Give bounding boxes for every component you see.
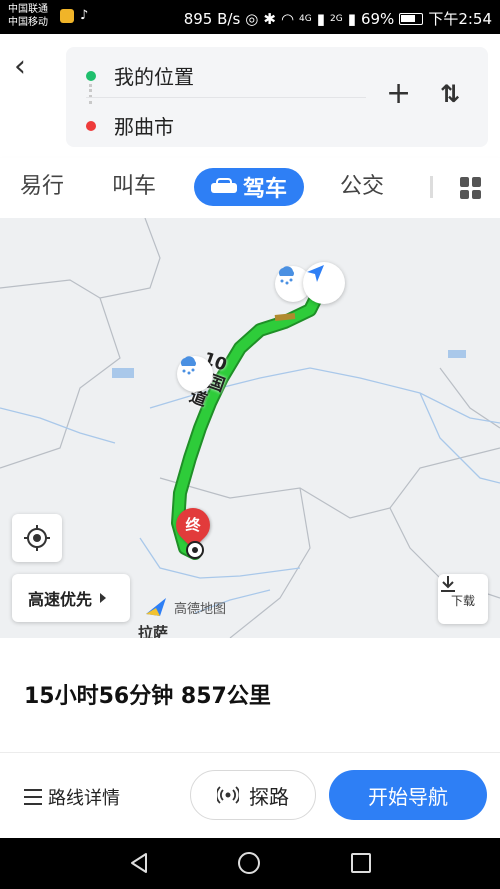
explore-button[interactable]: 探路 <box>190 770 316 820</box>
end-point-icon <box>186 541 204 559</box>
car-icon <box>210 178 237 196</box>
amap-logo-icon <box>144 596 168 618</box>
notification-app-icon <box>60 9 74 23</box>
nav-recent-icon[interactable] <box>351 853 371 873</box>
locate-button[interactable] <box>12 514 62 562</box>
route-divider <box>86 97 366 98</box>
explore-label: 探路 <box>249 784 289 809</box>
signal-2g: 2G <box>330 13 343 24</box>
expand-triangle-icon <box>100 593 107 603</box>
download-icon <box>441 576 455 592</box>
route-connector <box>89 84 93 104</box>
end-marker-label: 终 <box>185 516 201 534</box>
tiktok-icon: ♪ <box>80 8 89 23</box>
location-icon: ◎ <box>245 9 259 28</box>
add-waypoint-icon[interactable]: + <box>386 79 411 109</box>
swap-route-icon[interactable]: ⇅ <box>440 81 460 107</box>
network-speed: 895 B/s <box>183 9 241 28</box>
carrier-1: 中国联通 <box>8 4 48 15</box>
city-label: 拉萨 <box>138 624 169 638</box>
wifi-icon: ◠ <box>280 9 295 28</box>
nav-back-icon[interactable] <box>128 852 150 874</box>
transport-tabs: 易行 叫车 驾车 公交 <box>0 158 500 218</box>
signal-4g: 4G <box>299 13 312 24</box>
battery-icon <box>399 12 424 25</box>
route-preference-button[interactable]: 高速优先 <box>12 574 130 622</box>
origin-label: 我的位置 <box>114 65 194 89</box>
tab-driving[interactable]: 驾车 <box>194 168 304 206</box>
destination-label: 那曲市 <box>114 115 174 139</box>
start-navigation-button[interactable]: 开始导航 <box>329 770 487 820</box>
snow-weather-icon[interactable] <box>177 356 213 392</box>
origin-dot-icon <box>86 70 96 81</box>
system-nav-bar <box>0 838 500 889</box>
route-input-card: 我的位置 那曲市 + ⇅ <box>66 47 488 147</box>
status-right: 895 B/s ◎ ✱ ◠ 4G ▮ 2G ▮ 69% 下午2:54 <box>184 8 492 29</box>
route-preference-label: 高速优先 <box>28 590 93 609</box>
destination-dot-icon <box>86 120 96 131</box>
amap-logo-text: 高德地图 <box>174 602 227 617</box>
back-icon[interactable]: ‹ <box>14 52 26 82</box>
download-label: 下载 <box>450 593 475 608</box>
bluetooth-icon: ✱ <box>263 9 276 28</box>
route-details-button[interactable]: 路线详情 <box>24 784 120 810</box>
status-bar: 中国联通 中国移动 ♪ 895 B/s ◎ ✱ ◠ 4G ▮ 2G ▮ 69% … <box>0 0 500 34</box>
route-summary-panel: 15小时56分钟 857公里 路线详情 探路 开始导航 <box>0 638 500 838</box>
locate-icon <box>24 525 50 551</box>
broadcast-icon <box>217 786 239 804</box>
destination-row[interactable]: 那曲市 <box>86 111 174 140</box>
route-header: ‹ 我的位置 那曲市 + ⇅ <box>0 34 500 158</box>
map-view[interactable]: 109国道 终 高速优先 高德地图 拉萨 下载 <box>0 218 500 638</box>
signal-icon-2: ▮ <box>347 9 356 28</box>
panel-divider <box>0 752 500 753</box>
current-location-arrow-icon <box>303 262 345 304</box>
route-summary[interactable]: 15小时56分钟 857公里 <box>24 678 271 710</box>
battery-percent: 69% <box>360 9 395 28</box>
grid-menu-icon[interactable] <box>460 177 482 199</box>
download-button[interactable]: 下载 <box>438 574 488 624</box>
route-details-label: 路线详情 <box>48 788 120 809</box>
carrier-2: 中国移动 <box>8 17 48 28</box>
tab-bus[interactable]: 公交 <box>340 172 384 202</box>
tab-taxi[interactable]: 叫车 <box>112 172 156 202</box>
origin-row[interactable]: 我的位置 <box>86 61 194 90</box>
tab-overflow <box>430 176 433 198</box>
tab-driving-label: 驾车 <box>242 177 287 202</box>
tab-yixing[interactable]: 易行 <box>20 172 64 202</box>
clock: 下午2:54 <box>428 10 492 28</box>
carrier-info: 中国联通 中国移动 <box>8 3 48 29</box>
signal-icon-1: ▮ <box>316 9 325 28</box>
start-navigation-label: 开始导航 <box>368 784 448 809</box>
nav-home-icon[interactable] <box>238 852 260 874</box>
list-icon <box>24 789 42 805</box>
